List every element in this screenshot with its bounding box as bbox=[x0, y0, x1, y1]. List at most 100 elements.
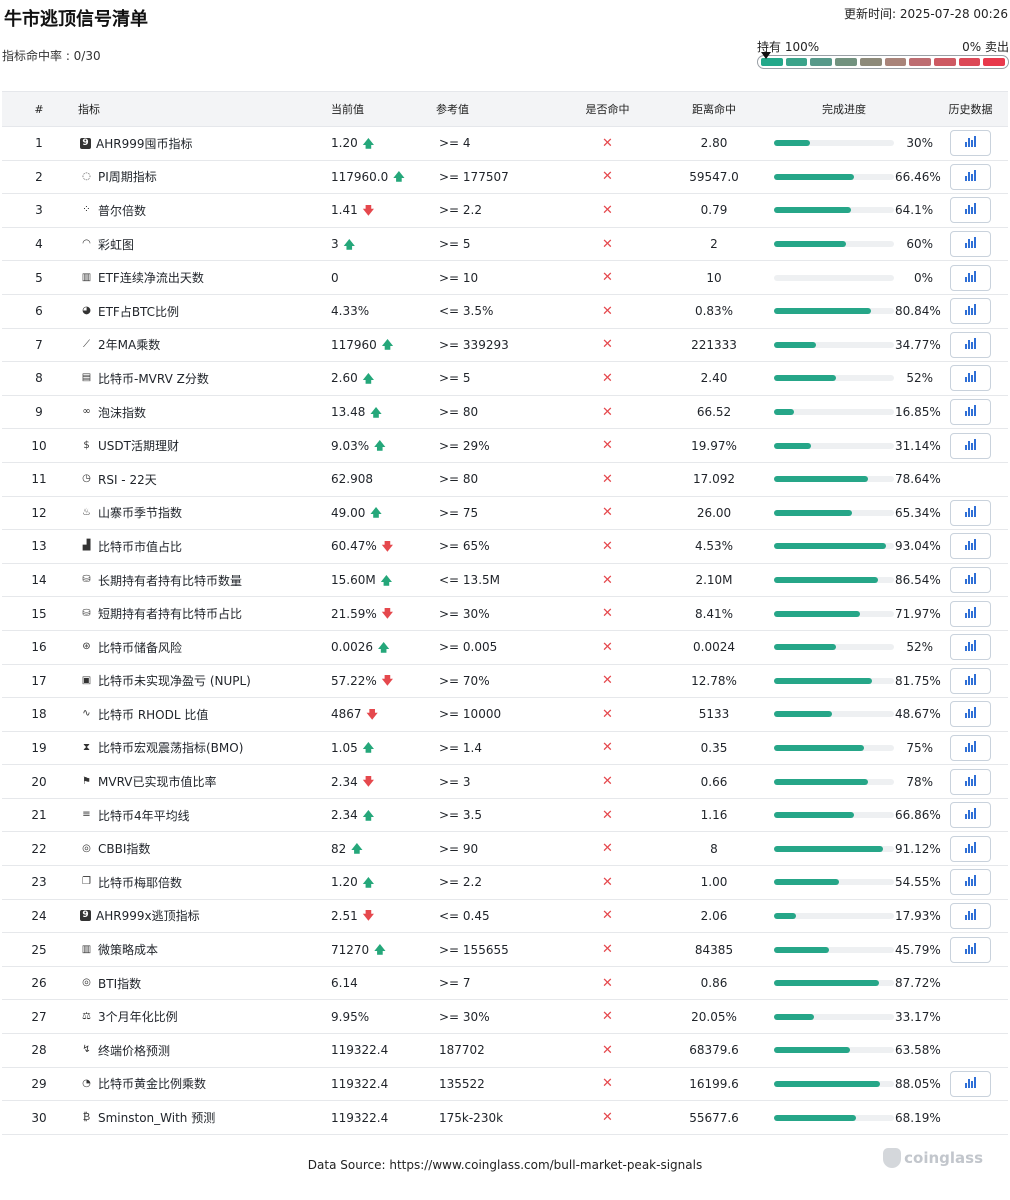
trend-up-icon: 🡅 bbox=[381, 338, 394, 352]
history-chart-icon-bar bbox=[974, 606, 976, 618]
distance-value: 5133 bbox=[698, 707, 730, 722]
history-chart-button[interactable] bbox=[950, 130, 991, 157]
history-chart-button[interactable] bbox=[950, 600, 991, 627]
history-chart-button[interactable] bbox=[950, 936, 991, 963]
history-chart-button[interactable] bbox=[950, 432, 991, 459]
history-chart-button[interactable] bbox=[950, 701, 991, 728]
history-chart-button[interactable] bbox=[950, 869, 991, 896]
indicator-cell: ◔ 比特币黄金比例乘数 bbox=[76, 1075, 326, 1092]
not-hit-icon: ✕ bbox=[602, 270, 613, 286]
history-chart-button[interactable] bbox=[950, 734, 991, 761]
history-chart-icon-bar bbox=[971, 308, 973, 316]
indicator-cell: 9 AHR999x逃顶指标 bbox=[76, 907, 326, 924]
history-chart-icon-bar bbox=[968, 608, 970, 618]
progress-fill bbox=[774, 1047, 851, 1054]
history-chart-button[interactable] bbox=[950, 163, 991, 190]
history-chart-button[interactable] bbox=[950, 802, 991, 829]
progress-fill bbox=[774, 476, 869, 483]
current-value-cell: 21.59% 🡇 bbox=[326, 607, 430, 621]
history-cell bbox=[933, 1070, 1008, 1097]
history-chart-button[interactable] bbox=[950, 533, 991, 560]
progress-percent: 52% bbox=[906, 640, 933, 655]
indicator-name: USDT活期理财 bbox=[98, 439, 179, 454]
progress-fill bbox=[774, 1114, 856, 1121]
history-chart-button[interactable] bbox=[950, 835, 991, 862]
history-cell bbox=[933, 533, 1008, 560]
progress-fill bbox=[774, 1080, 880, 1087]
pulse-icon: ∿ bbox=[82, 708, 91, 720]
history-chart-icon-bar bbox=[968, 843, 970, 853]
indicator-cell: ▤ 比特币-MVRV Z分数 bbox=[76, 370, 326, 387]
progress-percent: 75% bbox=[906, 740, 933, 755]
history-chart-icon-bar bbox=[971, 677, 973, 685]
history-chart-icon-bar bbox=[968, 373, 970, 383]
history-cell bbox=[933, 197, 1008, 224]
row-index: 20 bbox=[31, 774, 47, 789]
distance-value: 55677.6 bbox=[689, 1110, 739, 1125]
history-chart-button[interactable] bbox=[950, 264, 991, 291]
history-chart-button[interactable] bbox=[950, 499, 991, 526]
history-chart-button[interactable] bbox=[950, 365, 991, 392]
distance-value: 26.00 bbox=[696, 505, 732, 520]
coinglass-wordmark: coinglass bbox=[904, 1149, 983, 1167]
gauge-segment bbox=[909, 58, 931, 66]
history-chart-icon-bar bbox=[971, 744, 973, 752]
reference-value: >= 2.2 bbox=[439, 203, 483, 218]
indicator-cell: ▟ 比特币市值占比 bbox=[76, 538, 326, 555]
row-index: 27 bbox=[31, 1009, 47, 1024]
history-chart-button[interactable] bbox=[950, 231, 991, 258]
current-value: 119322.4 bbox=[331, 1076, 389, 1091]
progress-cell: 78.64% bbox=[755, 472, 941, 486]
header-current-value: 当前值 bbox=[331, 103, 364, 116]
clipboard-chart-icon: ▤ bbox=[81, 372, 92, 384]
distance-value: 0.0024 bbox=[693, 640, 735, 655]
indicator-name: BTI指数 bbox=[98, 976, 142, 991]
history-chart-button[interactable] bbox=[950, 399, 991, 426]
history-chart-button[interactable] bbox=[950, 667, 991, 694]
distance-value: 0.83% bbox=[694, 304, 734, 319]
history-chart-button[interactable] bbox=[950, 197, 991, 224]
history-chart-button[interactable] bbox=[950, 298, 991, 325]
row-index: 8 bbox=[35, 371, 43, 386]
progress-cell: 68.19% bbox=[755, 1111, 941, 1125]
coinglass-mark-icon bbox=[883, 1148, 902, 1168]
history-cell bbox=[933, 130, 1008, 157]
history-chart-icon-bar bbox=[974, 673, 976, 685]
progress-track bbox=[774, 207, 894, 214]
not-hit-icon: ✕ bbox=[602, 135, 613, 151]
history-chart-button[interactable] bbox=[950, 1070, 991, 1097]
reference-value: >= 80 bbox=[439, 405, 479, 420]
history-chart-icon bbox=[965, 881, 967, 887]
progress-cell: 80.84% bbox=[755, 304, 941, 318]
progress-cell: 66.86% bbox=[755, 808, 941, 822]
row-index: 9 bbox=[35, 405, 43, 420]
indicator-cell: ◠ 彩虹图 bbox=[76, 236, 326, 253]
current-value-cell: 1.20 🡅 bbox=[326, 136, 430, 150]
not-hit-icon: ✕ bbox=[602, 303, 613, 319]
reference-value: 135522 bbox=[439, 1076, 485, 1091]
progress-fill bbox=[774, 677, 873, 684]
current-value: 9.03% bbox=[331, 438, 370, 453]
history-chart-button[interactable] bbox=[950, 567, 991, 594]
indicator-cell: ⚖ 3个月年化比例 bbox=[76, 1008, 326, 1025]
current-value-cell: 9.95% bbox=[326, 1010, 430, 1024]
current-value: 117960 bbox=[331, 337, 377, 352]
history-chart-icon-bar bbox=[974, 438, 976, 450]
table-row: 23 ❐ 比特币梅耶倍数 1.20 🡅 >= 2.2 ✕ 1.00 54.55% bbox=[2, 866, 1008, 900]
history-chart-button[interactable] bbox=[950, 331, 991, 358]
progress-cell: 63.58% bbox=[755, 1043, 941, 1057]
history-cell bbox=[933, 264, 1008, 291]
reference-value: >= 3 bbox=[439, 774, 471, 789]
distance-value: 8 bbox=[710, 841, 718, 856]
current-value: 60.47% bbox=[331, 539, 377, 554]
progress-fill bbox=[774, 778, 868, 785]
not-hit-icon: ✕ bbox=[602, 908, 613, 924]
line-chart-icon: ⟋ bbox=[83, 338, 90, 350]
history-chart-button[interactable] bbox=[950, 634, 991, 661]
trend-down-icon: 🡇 bbox=[362, 909, 375, 923]
history-chart-button[interactable] bbox=[950, 902, 991, 929]
history-chart-button[interactable] bbox=[950, 768, 991, 795]
indicator-cell: ⟋ 2年MA乘数 bbox=[76, 336, 326, 353]
progress-fill bbox=[774, 241, 846, 248]
history-chart-icon bbox=[965, 175, 967, 181]
